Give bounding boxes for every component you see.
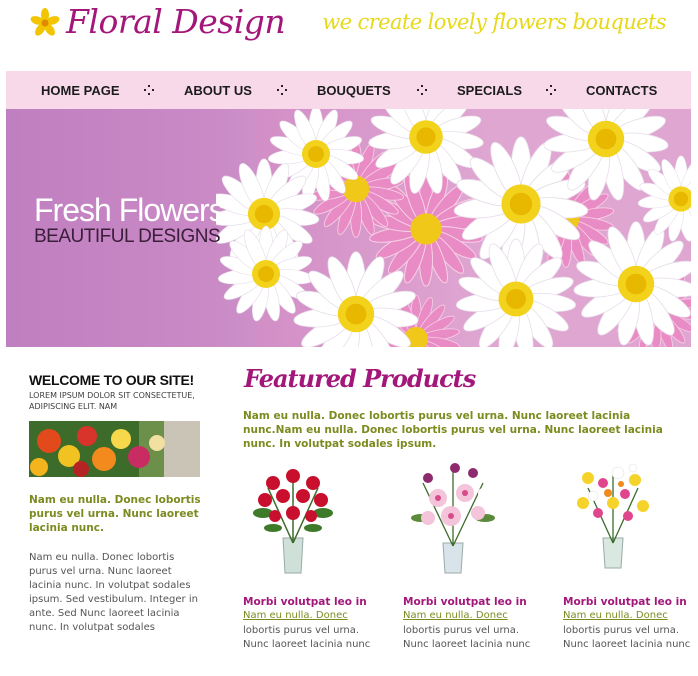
welcome-heading: WELCOME TO OUR SITE! [29, 372, 194, 388]
nav-separator-icon [144, 85, 154, 95]
sidebar-highlight-text: Nam eu nulla. Donec lobortis purus vel u… [29, 494, 201, 534]
lily-bouquet-image [411, 463, 495, 574]
product-name[interactable]: Morbi volutpat leo in [403, 596, 527, 608]
nav-item-about[interactable]: ABOUT US [184, 71, 252, 109]
nav-item-specials[interactable]: SPECIALS [457, 71, 522, 109]
main-nav: HOME PAGE ABOUT US BOUQUETS SPECIALS CON… [6, 71, 691, 109]
product-name[interactable]: Morbi volutpat leo in [563, 596, 687, 608]
featured-intro: Nam eu nulla. Donec lobortis purus vel u… [243, 410, 663, 450]
nav-separator-icon [546, 85, 556, 95]
flower-logo-icon [30, 8, 60, 36]
product-description: lobortis purus vel urna. Nunc laoreet la… [243, 625, 371, 650]
daisy-mix-bouquet-image [577, 463, 649, 569]
red-roses-bouquet-image [253, 469, 333, 574]
site-logo[interactable]: Floral Design [66, 2, 286, 41]
nav-separator-icon [277, 85, 287, 95]
product-description: lobortis purus vel urna. Nunc laoreet la… [563, 625, 691, 650]
hero-banner: Fresh Flowers BEAUTIFUL DESIGNS [6, 109, 691, 347]
nav-separator-icon [417, 85, 427, 95]
nav-item-home[interactable]: HOME PAGE [41, 71, 120, 109]
featured-heading: Featured Products [244, 364, 476, 393]
flower-bouquet-photo [29, 421, 200, 477]
hero-subtitle: BEAUTIFUL DESIGNS [34, 226, 221, 247]
daisy-flowers-image [216, 109, 691, 347]
product-link[interactable]: Nam eu nulla. Donec [563, 610, 668, 621]
nav-item-bouquets[interactable]: BOUQUETS [317, 71, 391, 109]
welcome-subtext: LOREM IPSUM DOLOR SIT CONSECTETUE, ADIPI… [29, 391, 195, 411]
product-description: lobortis purus vel urna. Nunc laoreet la… [403, 625, 531, 650]
product-link[interactable]: Nam eu nulla. Donec [403, 610, 508, 621]
product-link[interactable]: Nam eu nulla. Donec [243, 610, 348, 621]
site-tagline: we create lovely flowers bouquets [322, 10, 666, 34]
sidebar-body-text: Nam eu nulla. Donec lobortis purus vel u… [29, 552, 198, 633]
hero-title: Fresh Flowers [34, 192, 225, 228]
nav-item-contacts[interactable]: CONTACTS [586, 71, 657, 109]
product-name[interactable]: Morbi volutpat leo in [243, 596, 367, 608]
